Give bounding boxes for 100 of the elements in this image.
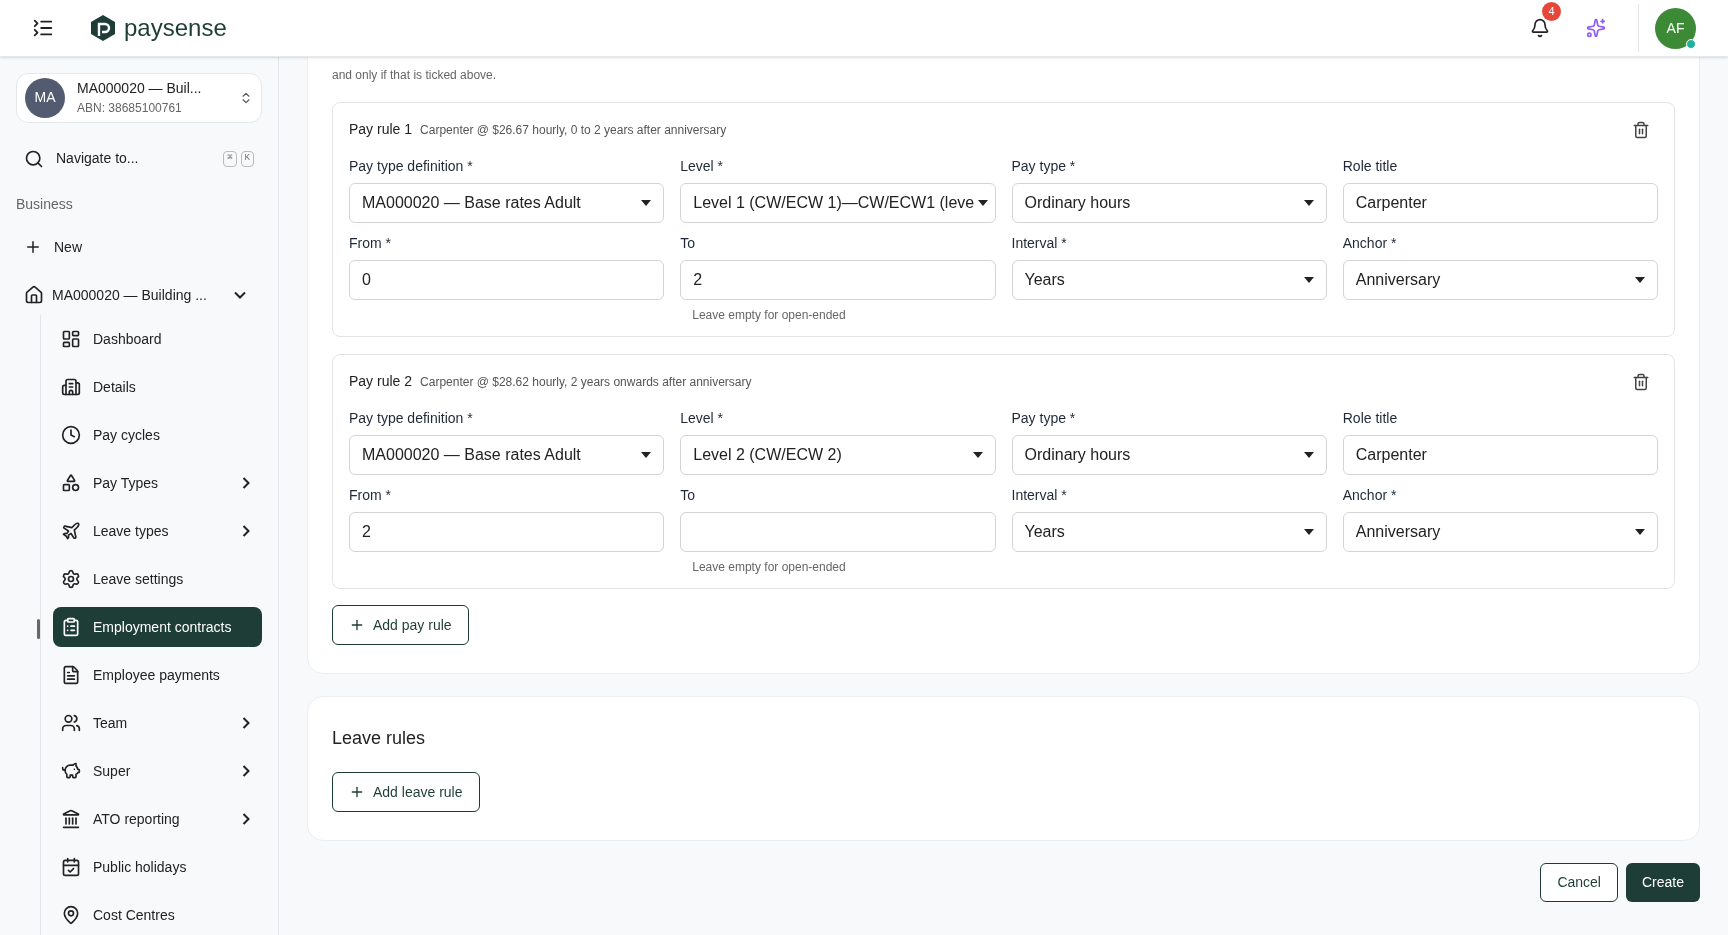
caret-icon bbox=[1303, 200, 1314, 206]
add-pay-rule-button[interactable]: Add pay rule bbox=[332, 605, 469, 645]
caret-icon bbox=[972, 452, 983, 458]
house-icon bbox=[24, 285, 44, 306]
input-field[interactable]: 2 bbox=[349, 512, 665, 552]
piggy-bank-icon bbox=[61, 761, 81, 781]
notification-badge: 4 bbox=[1542, 2, 1561, 21]
section-label: Business bbox=[16, 195, 74, 215]
nav-item[interactable]: Team bbox=[53, 703, 262, 743]
field-label: Role title bbox=[1342, 409, 1399, 428]
caret-icon bbox=[1635, 277, 1645, 283]
dashboard-icon bbox=[61, 329, 81, 349]
select-field[interactable]: Ordinary hours bbox=[1011, 183, 1327, 223]
select-field[interactable]: MA000020 — Base rates Adult bbox=[349, 183, 665, 223]
sparkles-icon[interactable] bbox=[1586, 18, 1606, 38]
nav-item[interactable]: Dashboard bbox=[53, 319, 262, 359]
caret-icon bbox=[641, 200, 652, 206]
caret-icon bbox=[1303, 529, 1314, 535]
calendar-icon bbox=[61, 857, 81, 877]
menu-icon[interactable] bbox=[32, 17, 54, 39]
select-field[interactable]: MA000020 — Base rates Adult bbox=[349, 435, 665, 475]
field-label: From * bbox=[349, 234, 392, 253]
field-label: Role title bbox=[1342, 157, 1399, 176]
pay-rule-title: Pay rule 2 bbox=[349, 372, 413, 391]
business-group-item[interactable]: MA000020 — Building ... bbox=[16, 275, 262, 315]
pay-rule-summary: Carpenter @ $28.62 hourly, 2 years onwards after anniversary bbox=[420, 373, 752, 391]
brand-name: paysense bbox=[124, 13, 227, 43]
helper-text: Leave empty for open-ended bbox=[691, 559, 847, 576]
input-field[interactable]: Carpenter bbox=[1342, 183, 1658, 223]
field-label: From * bbox=[349, 486, 392, 505]
create-button[interactable]: Create bbox=[1625, 863, 1700, 902]
add-leave-rule-button[interactable]: Add leave rule bbox=[332, 772, 480, 812]
plus-icon bbox=[349, 617, 365, 633]
field-label: Level * bbox=[680, 409, 725, 428]
helper-text: Leave empty for open-ended bbox=[691, 307, 847, 324]
caret-icon bbox=[1303, 452, 1314, 458]
pay-rule-title: Pay rule 1 bbox=[349, 120, 413, 139]
field-label: Anchor * bbox=[1342, 486, 1398, 505]
nav-item[interactable]: Super bbox=[53, 751, 262, 791]
map-pin-icon bbox=[61, 905, 81, 925]
nav-item[interactable]: Cost Centres bbox=[53, 895, 262, 935]
select-field[interactable]: Ordinary hours bbox=[1011, 435, 1327, 475]
keyboard-key: K bbox=[240, 150, 254, 167]
input-field[interactable]: 0 bbox=[349, 260, 665, 300]
notification-bell-icon[interactable] bbox=[1530, 18, 1550, 38]
caret-icon bbox=[1303, 277, 1314, 283]
pay-rule-summary: Carpenter @ $26.67 hourly, 0 to 2 years after anniversary bbox=[420, 121, 727, 139]
business-switcher[interactable]: MA MA000020 — Buil... ABN: 38685100761 bbox=[16, 73, 262, 123]
input-field[interactable]: 2 bbox=[680, 260, 996, 300]
trash-icon[interactable] bbox=[1632, 372, 1650, 391]
field-label: Interval * bbox=[1011, 486, 1068, 505]
caret-icon bbox=[641, 452, 652, 458]
user-avatar[interactable]: AF bbox=[1655, 7, 1696, 49]
select-field[interactable]: Level 2 (CW/ECW 2) bbox=[680, 435, 996, 475]
field-label: To bbox=[680, 234, 697, 253]
input-field[interactable] bbox=[680, 512, 996, 552]
navigate-search[interactable]: Navigate to... ⌘ K bbox=[16, 138, 262, 179]
select-field[interactable]: Anniversary bbox=[1342, 512, 1658, 552]
field-label: Interval * bbox=[1011, 234, 1068, 253]
nav-item[interactable]: Leave settings bbox=[53, 559, 262, 599]
select-field[interactable]: Years bbox=[1011, 512, 1327, 552]
clipboard-icon bbox=[61, 617, 81, 637]
new-business-item[interactable]: New bbox=[16, 227, 262, 268]
people-icon bbox=[61, 713, 81, 733]
field-label: Anchor * bbox=[1342, 234, 1398, 253]
nav-item[interactable]: Employee payments bbox=[53, 655, 262, 695]
nav-item[interactable]: Public holidays bbox=[53, 847, 262, 887]
nav-item[interactable]: ATO reporting bbox=[53, 799, 262, 839]
trash-icon[interactable] bbox=[1632, 120, 1650, 139]
nav-item[interactable]: Pay cycles bbox=[53, 415, 262, 455]
nav-item[interactable]: Leave types bbox=[53, 511, 262, 551]
field-label: Pay type * bbox=[1011, 157, 1077, 176]
input-field[interactable]: Carpenter bbox=[1342, 435, 1658, 475]
field-label: Pay type definition * bbox=[349, 409, 474, 428]
bank-icon bbox=[61, 809, 81, 829]
shapes-icon bbox=[61, 473, 81, 493]
select-field[interactable]: Anniversary bbox=[1342, 260, 1658, 300]
nav-item[interactable]: Pay Types bbox=[53, 463, 262, 503]
field-label: Pay type definition * bbox=[349, 157, 474, 176]
plane-icon bbox=[61, 521, 81, 541]
field-label: To bbox=[680, 486, 697, 505]
business-abn: ABN: 38685100761 bbox=[77, 100, 183, 118]
nav-item[interactable]: Details bbox=[53, 367, 262, 407]
business-name: MA000020 — Buil... bbox=[77, 79, 203, 99]
cancel-button[interactable]: Cancel bbox=[1540, 863, 1618, 902]
caret-icon bbox=[978, 200, 989, 206]
note-text: and only if that is ticked above. bbox=[332, 67, 498, 84]
document-icon bbox=[61, 665, 81, 685]
select-field[interactable]: Years bbox=[1011, 260, 1327, 300]
logo-icon bbox=[90, 14, 116, 42]
field-label: Pay type * bbox=[1011, 409, 1077, 428]
search-icon bbox=[24, 148, 44, 169]
business-avatar: MA bbox=[25, 77, 65, 118]
settings-icon bbox=[61, 569, 81, 589]
select-field[interactable]: Level 1 (CW/ECW 1)—CW/ECW1 (leve bbox=[680, 183, 996, 223]
clock-icon bbox=[61, 425, 81, 445]
keyboard-key: ⌘ bbox=[223, 150, 237, 167]
nav-item[interactable]: Employment contracts bbox=[53, 607, 262, 647]
plus-icon bbox=[349, 784, 365, 800]
section-title: Leave rules bbox=[332, 727, 427, 750]
